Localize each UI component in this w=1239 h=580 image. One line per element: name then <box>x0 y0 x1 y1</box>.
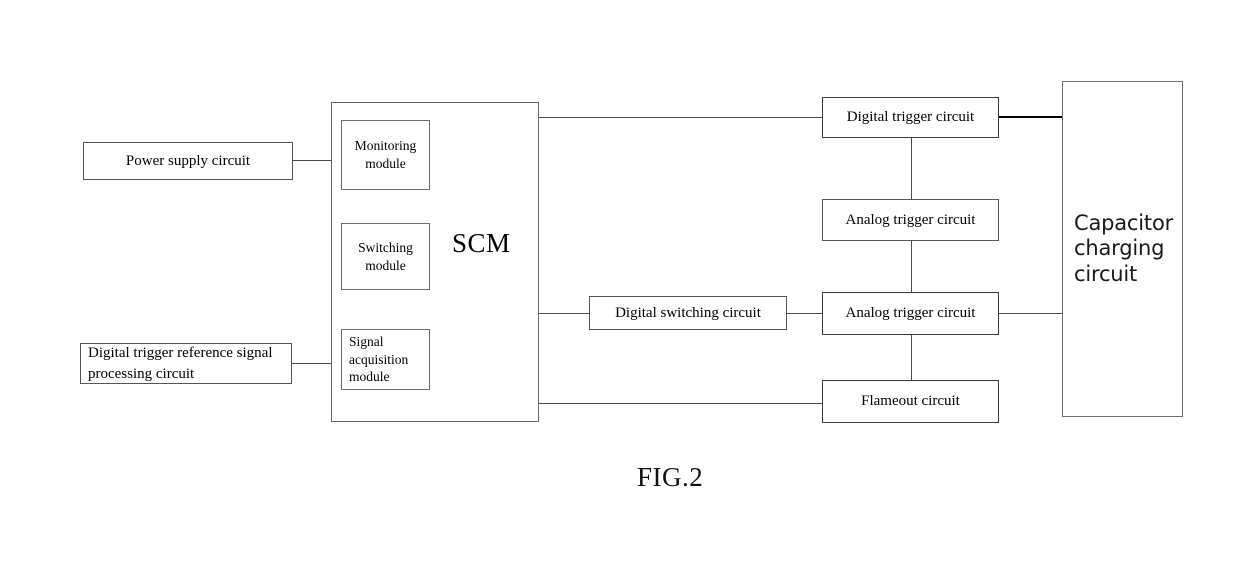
block-power-supply-circuit-label: Power supply circuit <box>125 152 251 169</box>
block-switching-module[interactable]: Switching module <box>341 223 430 290</box>
block-digital-trigger-reference-line1: Digital trigger reference signal <box>88 345 273 362</box>
block-digital-switching-circuit[interactable]: Digital switching circuit <box>589 296 787 330</box>
block-power-supply-circuit[interactable]: Power supply circuit <box>83 142 293 180</box>
connector-analog-lower-to-capacitor <box>999 313 1062 314</box>
block-switching-module-line2: module <box>365 257 406 273</box>
figure-canvas: Power supply circuit Digital trigger ref… <box>0 0 1239 580</box>
block-signal-acquisition-module[interactable]: Signal acquisition module <box>341 329 430 390</box>
connector-scm-to-digital-switching <box>539 313 589 314</box>
block-digital-trigger-circuit[interactable]: Digital trigger circuit <box>822 97 999 138</box>
block-signal-acquisition-module-line1: Signal <box>349 334 384 350</box>
block-capacitor-charging-circuit[interactable]: Capacitor charging circuit <box>1062 81 1183 417</box>
block-capacitor-charging-circuit-line2: charging <box>1074 236 1165 261</box>
block-analog-trigger-circuit-upper-label: Analog trigger circuit <box>845 211 976 228</box>
block-analog-trigger-circuit-upper[interactable]: Analog trigger circuit <box>822 199 999 241</box>
block-scm-label: SCM <box>452 228 511 258</box>
connector-digital-trigger-to-capacitor <box>999 116 1062 118</box>
block-monitoring-module-label: Monitoring module <box>355 137 417 172</box>
block-capacitor-charging-circuit-line1: Capacitor <box>1074 210 1174 235</box>
block-monitoring-module-line1: Monitoring <box>354 138 417 154</box>
connector-digital-switching-to-analog-trigger <box>787 313 823 314</box>
block-monitoring-module[interactable]: Monitoring module <box>341 120 430 190</box>
block-digital-switching-circuit-label: Digital switching circuit <box>615 304 761 321</box>
block-capacitor-charging-circuit-line3: circuit <box>1074 261 1138 286</box>
block-monitoring-module-line2: module <box>365 156 406 171</box>
connector-scm-to-flameout <box>539 403 823 404</box>
block-signal-acquisition-module-label: Signal acquisition module <box>349 333 408 386</box>
block-flameout-circuit[interactable]: Flameout circuit <box>822 380 999 423</box>
block-switching-module-label: Switching module <box>358 239 413 274</box>
block-digital-trigger-reference-line2: processing circuit <box>88 365 195 382</box>
block-digital-trigger-circuit-label: Digital trigger circuit <box>846 109 975 126</box>
block-digital-trigger-reference-label: Digital trigger reference signal process… <box>88 343 273 384</box>
connector-analog-lower-to-flameout <box>911 335 912 380</box>
block-flameout-circuit-label: Flameout circuit <box>861 393 960 410</box>
block-analog-trigger-circuit-lower-label: Analog trigger circuit <box>845 305 976 322</box>
block-switching-module-line1: Switching <box>358 239 413 255</box>
block-signal-acquisition-module-line2: acquisition <box>349 351 409 367</box>
connector-scm-to-digital-trigger <box>539 117 823 118</box>
connector-digital-trigger-to-analog-upper <box>911 138 912 199</box>
block-digital-trigger-reference-signal-processing-circuit[interactable]: Digital trigger reference signal process… <box>80 343 292 384</box>
connector-analog-upper-to-analog-lower <box>911 241 912 292</box>
block-signal-acquisition-module-line3: module <box>349 369 390 385</box>
block-capacitor-charging-circuit-label: Capacitor charging circuit <box>1063 211 1173 288</box>
block-analog-trigger-circuit-lower[interactable]: Analog trigger circuit <box>822 292 999 335</box>
figure-caption: FIG.2 <box>637 462 704 492</box>
